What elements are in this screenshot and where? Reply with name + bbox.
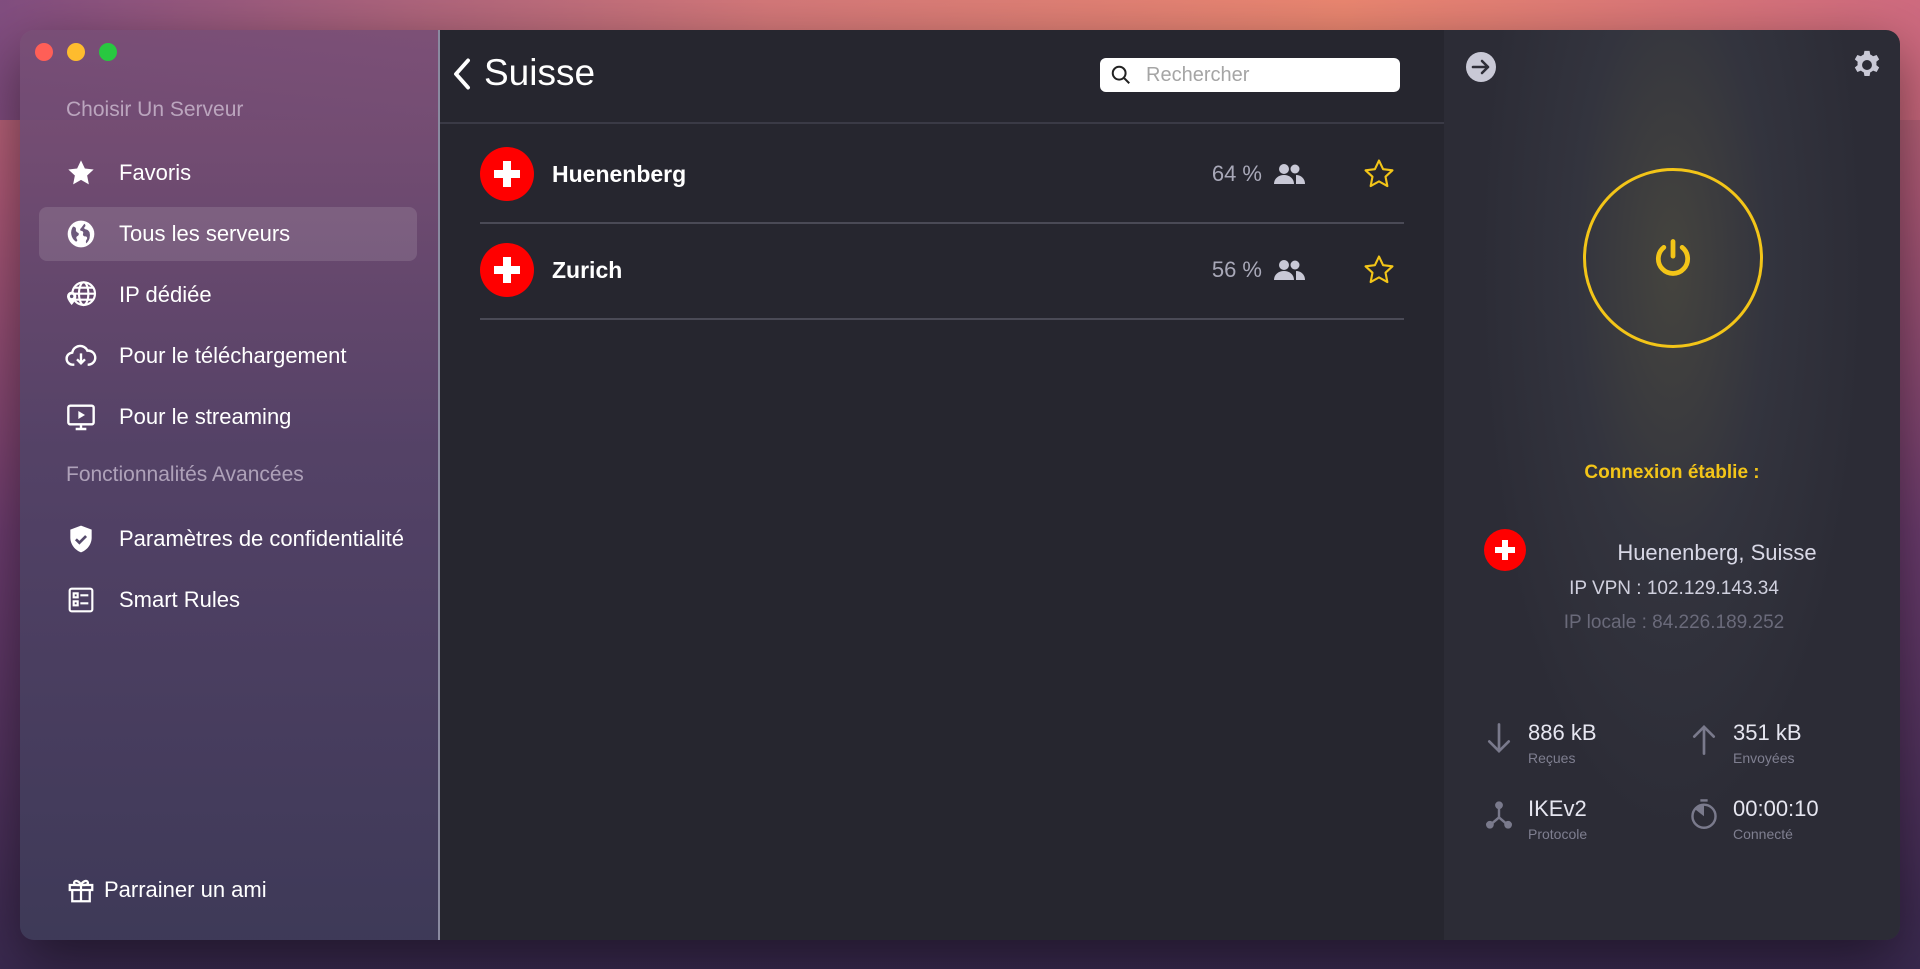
sidebar-item-smart-rules[interactable]: Smart Rules xyxy=(39,573,417,627)
protocol-label: Protocole xyxy=(1528,826,1588,842)
favorite-star-icon[interactable] xyxy=(1362,157,1396,191)
connected-location: Huenenberg, Suisse xyxy=(1617,540,1817,565)
connected-time-label: Connecté xyxy=(1733,826,1793,842)
refer-friend-label: Parrainer un ami xyxy=(104,877,267,902)
arrow-right-circle-icon[interactable] xyxy=(1464,50,1498,84)
server-row-huenenberg[interactable]: Huenenberg 64 % xyxy=(480,126,1404,224)
power-button[interactable] xyxy=(1583,168,1763,348)
sidebar-item-label: Pour le téléchargement xyxy=(119,343,347,368)
list-header: Suisse xyxy=(440,30,1444,124)
sidebar-item-label: Pour le streaming xyxy=(119,404,292,429)
sent-value: 351 kB xyxy=(1733,720,1802,745)
sidebar-item-ip-dediee[interactable]: IP dédiée xyxy=(39,268,417,322)
server-list-pane: Suisse Huenenberg 64 % Zurich 56 % xyxy=(440,30,1444,940)
zoom-window-button[interactable] xyxy=(99,43,117,61)
search-input[interactable] xyxy=(1144,62,1388,88)
cloud-download-icon xyxy=(63,338,99,374)
connected-time-value: 00:00:10 xyxy=(1733,796,1819,821)
sidebar-item-label: Smart Rules xyxy=(119,587,241,612)
sidebar-item-label: Favoris xyxy=(119,160,192,185)
sent-label: Envoyées xyxy=(1733,750,1795,766)
server-load: 56 % xyxy=(1211,257,1262,282)
section-title-advanced: Fonctionnalités Avancées xyxy=(66,463,304,486)
search-box[interactable] xyxy=(1100,58,1400,92)
arrow-down-icon xyxy=(1487,723,1511,754)
rules-icon xyxy=(63,582,99,618)
star-icon xyxy=(63,155,99,191)
sidebar: Choisir Un Serveur Favoris Tous les serv… xyxy=(20,30,440,940)
search-icon xyxy=(1111,65,1130,84)
timer-icon xyxy=(1691,799,1717,829)
dedicated-ip-icon xyxy=(63,277,99,313)
sidebar-item-streaming[interactable]: Pour le streaming xyxy=(39,390,417,444)
globe-icon xyxy=(63,216,99,252)
page-title: Suisse xyxy=(484,52,596,93)
favorite-star-icon[interactable] xyxy=(1362,253,1396,287)
received-value: 886 kB xyxy=(1528,720,1597,745)
sidebar-item-tous-les-serveurs[interactable]: Tous les serveurs xyxy=(39,207,417,261)
stat-connected-time: 00:00:10 Connecté xyxy=(1689,796,1819,842)
close-window-button[interactable] xyxy=(35,43,53,61)
shield-icon xyxy=(63,521,99,557)
swiss-flag-icon xyxy=(480,147,534,201)
swiss-flag-icon xyxy=(480,243,534,297)
gift-icon xyxy=(68,879,94,903)
protocol-value: IKEv2 xyxy=(1528,796,1587,821)
sidebar-item-label: Paramètres de confidentialité xyxy=(119,526,404,551)
server-load: 64 % xyxy=(1211,161,1262,186)
refer-friend-button[interactable]: Parrainer un ami xyxy=(66,875,267,905)
sidebar-item-label: IP dédiée xyxy=(119,282,212,307)
server-name: Huenenberg xyxy=(552,160,687,187)
protocol-icon xyxy=(1486,801,1512,829)
stat-received: 886 kB Reçues xyxy=(1484,720,1597,766)
sidebar-item-confidentialite[interactable]: Paramètres de confidentialité xyxy=(39,512,417,566)
sidebar-item-telechargement[interactable]: Pour le téléchargement xyxy=(39,329,417,383)
users-icon xyxy=(1274,164,1305,184)
app-window: Choisir Un Serveur Favoris Tous les serv… xyxy=(20,30,1900,940)
local-ip: IP locale : 84.226.189.252 xyxy=(1563,612,1785,633)
back-chevron-icon[interactable] xyxy=(450,56,474,92)
stat-protocol: IKEv2 Protocole xyxy=(1484,796,1587,842)
power-icon xyxy=(1655,239,1691,276)
window-controls xyxy=(35,43,117,61)
streaming-icon xyxy=(63,399,99,435)
vpn-ip: IP VPN : 102.129.143.34 xyxy=(1569,578,1779,599)
gear-icon[interactable] xyxy=(1850,48,1884,82)
section-title-servers: Choisir Un Serveur xyxy=(66,98,244,121)
stat-sent: 351 kB Envoyées xyxy=(1689,720,1802,766)
users-icon xyxy=(1274,260,1305,280)
sidebar-item-label: Tous les serveurs xyxy=(119,221,291,246)
received-label: Reçues xyxy=(1528,750,1576,766)
server-row-zurich[interactable]: Zurich 56 % xyxy=(480,222,1404,320)
sidebar-item-favoris[interactable]: Favoris xyxy=(39,146,417,200)
arrow-up-icon xyxy=(1692,724,1716,755)
minimize-window-button[interactable] xyxy=(67,43,85,61)
server-name: Zurich xyxy=(552,256,623,283)
connection-status: Connexion établie : xyxy=(1584,462,1760,483)
connection-panel: Connexion établie : Huenenberg, Suisse I… xyxy=(1444,30,1900,940)
